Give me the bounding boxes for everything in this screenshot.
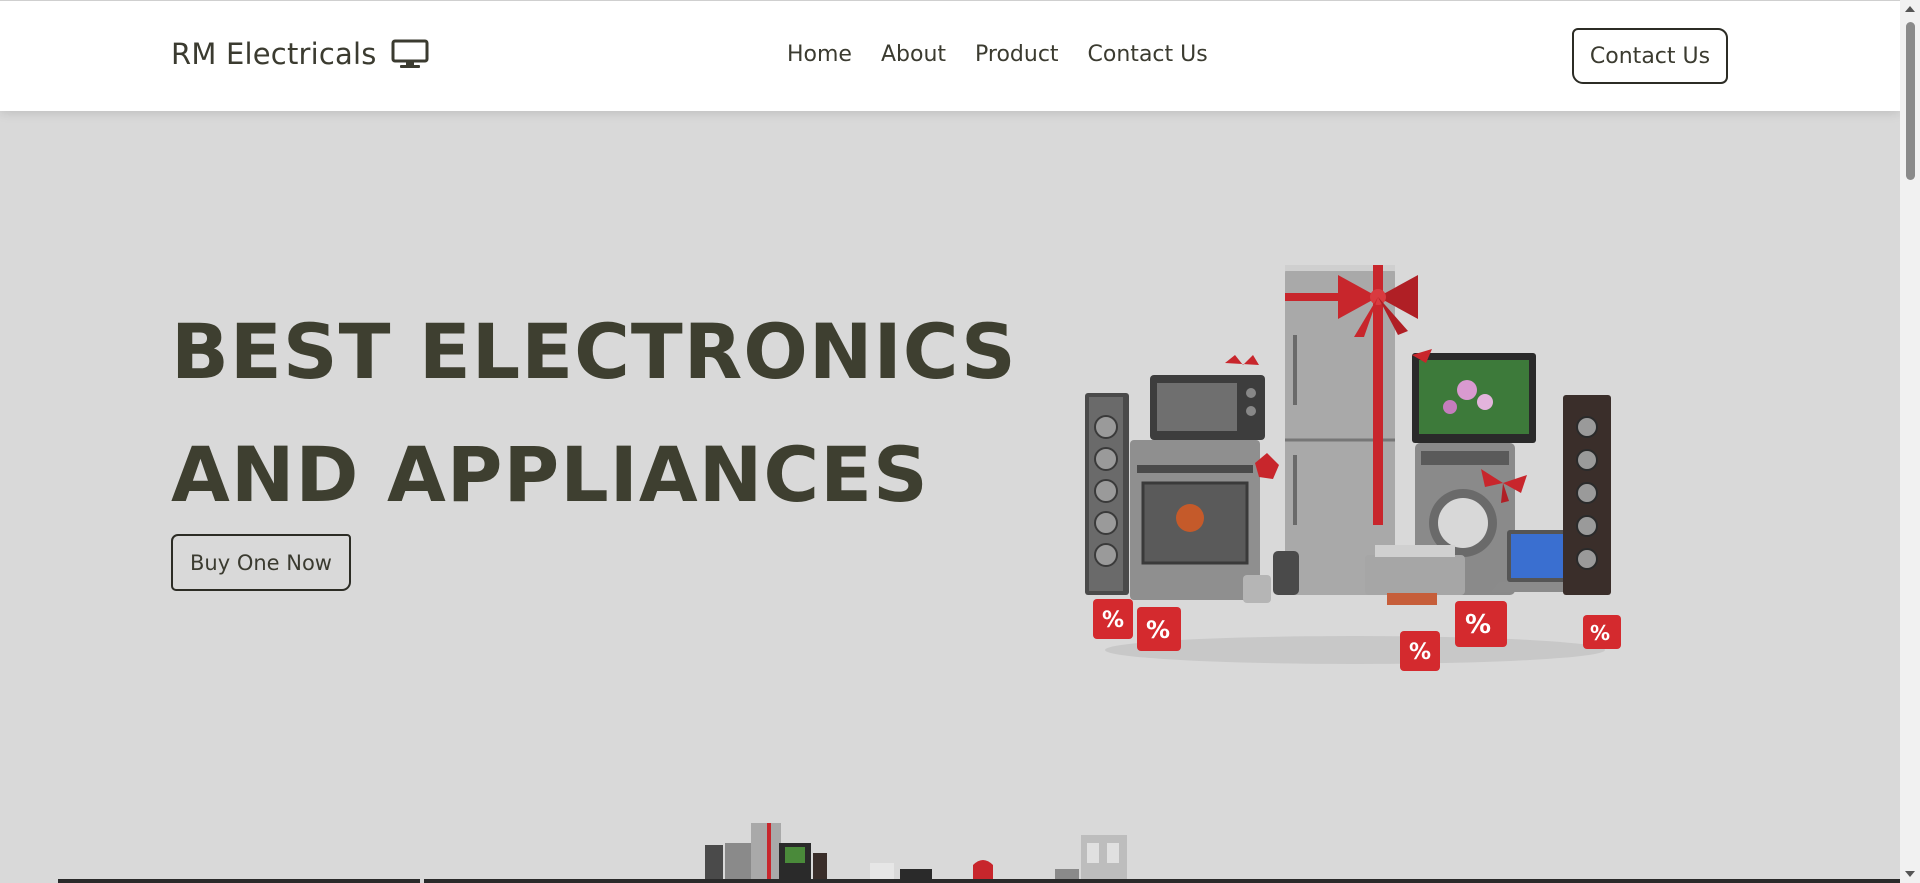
scroll-thumb[interactable]: [1906, 22, 1915, 180]
buy-one-now-button[interactable]: Buy One Now: [171, 534, 351, 591]
headline-line-2: AND APPLIANCES: [171, 430, 929, 519]
bottom-edge: [0, 879, 1900, 883]
scroll-down-arrow-icon[interactable]: [1905, 871, 1915, 877]
nav-contact[interactable]: Contact Us: [1088, 42, 1208, 67]
svg-text:%: %: [1146, 616, 1170, 644]
main-nav: Home About Product Contact Us: [787, 42, 1208, 67]
scroll-up-arrow-icon[interactable]: [1905, 6, 1915, 12]
svg-text:%: %: [1409, 640, 1431, 665]
appliances-thumbnail-strip: [705, 823, 1127, 883]
svg-text:%: %: [1465, 610, 1491, 640]
nav-about[interactable]: About: [881, 42, 946, 67]
svg-text:%: %: [1102, 608, 1124, 633]
contact-us-button[interactable]: Contact Us: [1572, 28, 1728, 84]
nav-product[interactable]: Product: [975, 42, 1059, 67]
appliances-image: % % % % %: [1085, 265, 1621, 671]
brand-logo[interactable]: RM Electricals: [171, 37, 429, 71]
monitor-icon: [391, 39, 429, 68]
brand-name: RM Electricals: [171, 37, 377, 71]
svg-text:%: %: [1590, 621, 1610, 645]
nav-home[interactable]: Home: [787, 42, 852, 67]
headline-line-1: BEST ELECTRONICS: [171, 307, 1017, 396]
vertical-scrollbar[interactable]: [1900, 0, 1920, 883]
hero-headline: BEST ELECTRONICS AND APPLIANCES: [171, 290, 1017, 536]
top-navbar: RM Electricals Home About Product Contac…: [0, 0, 1900, 111]
